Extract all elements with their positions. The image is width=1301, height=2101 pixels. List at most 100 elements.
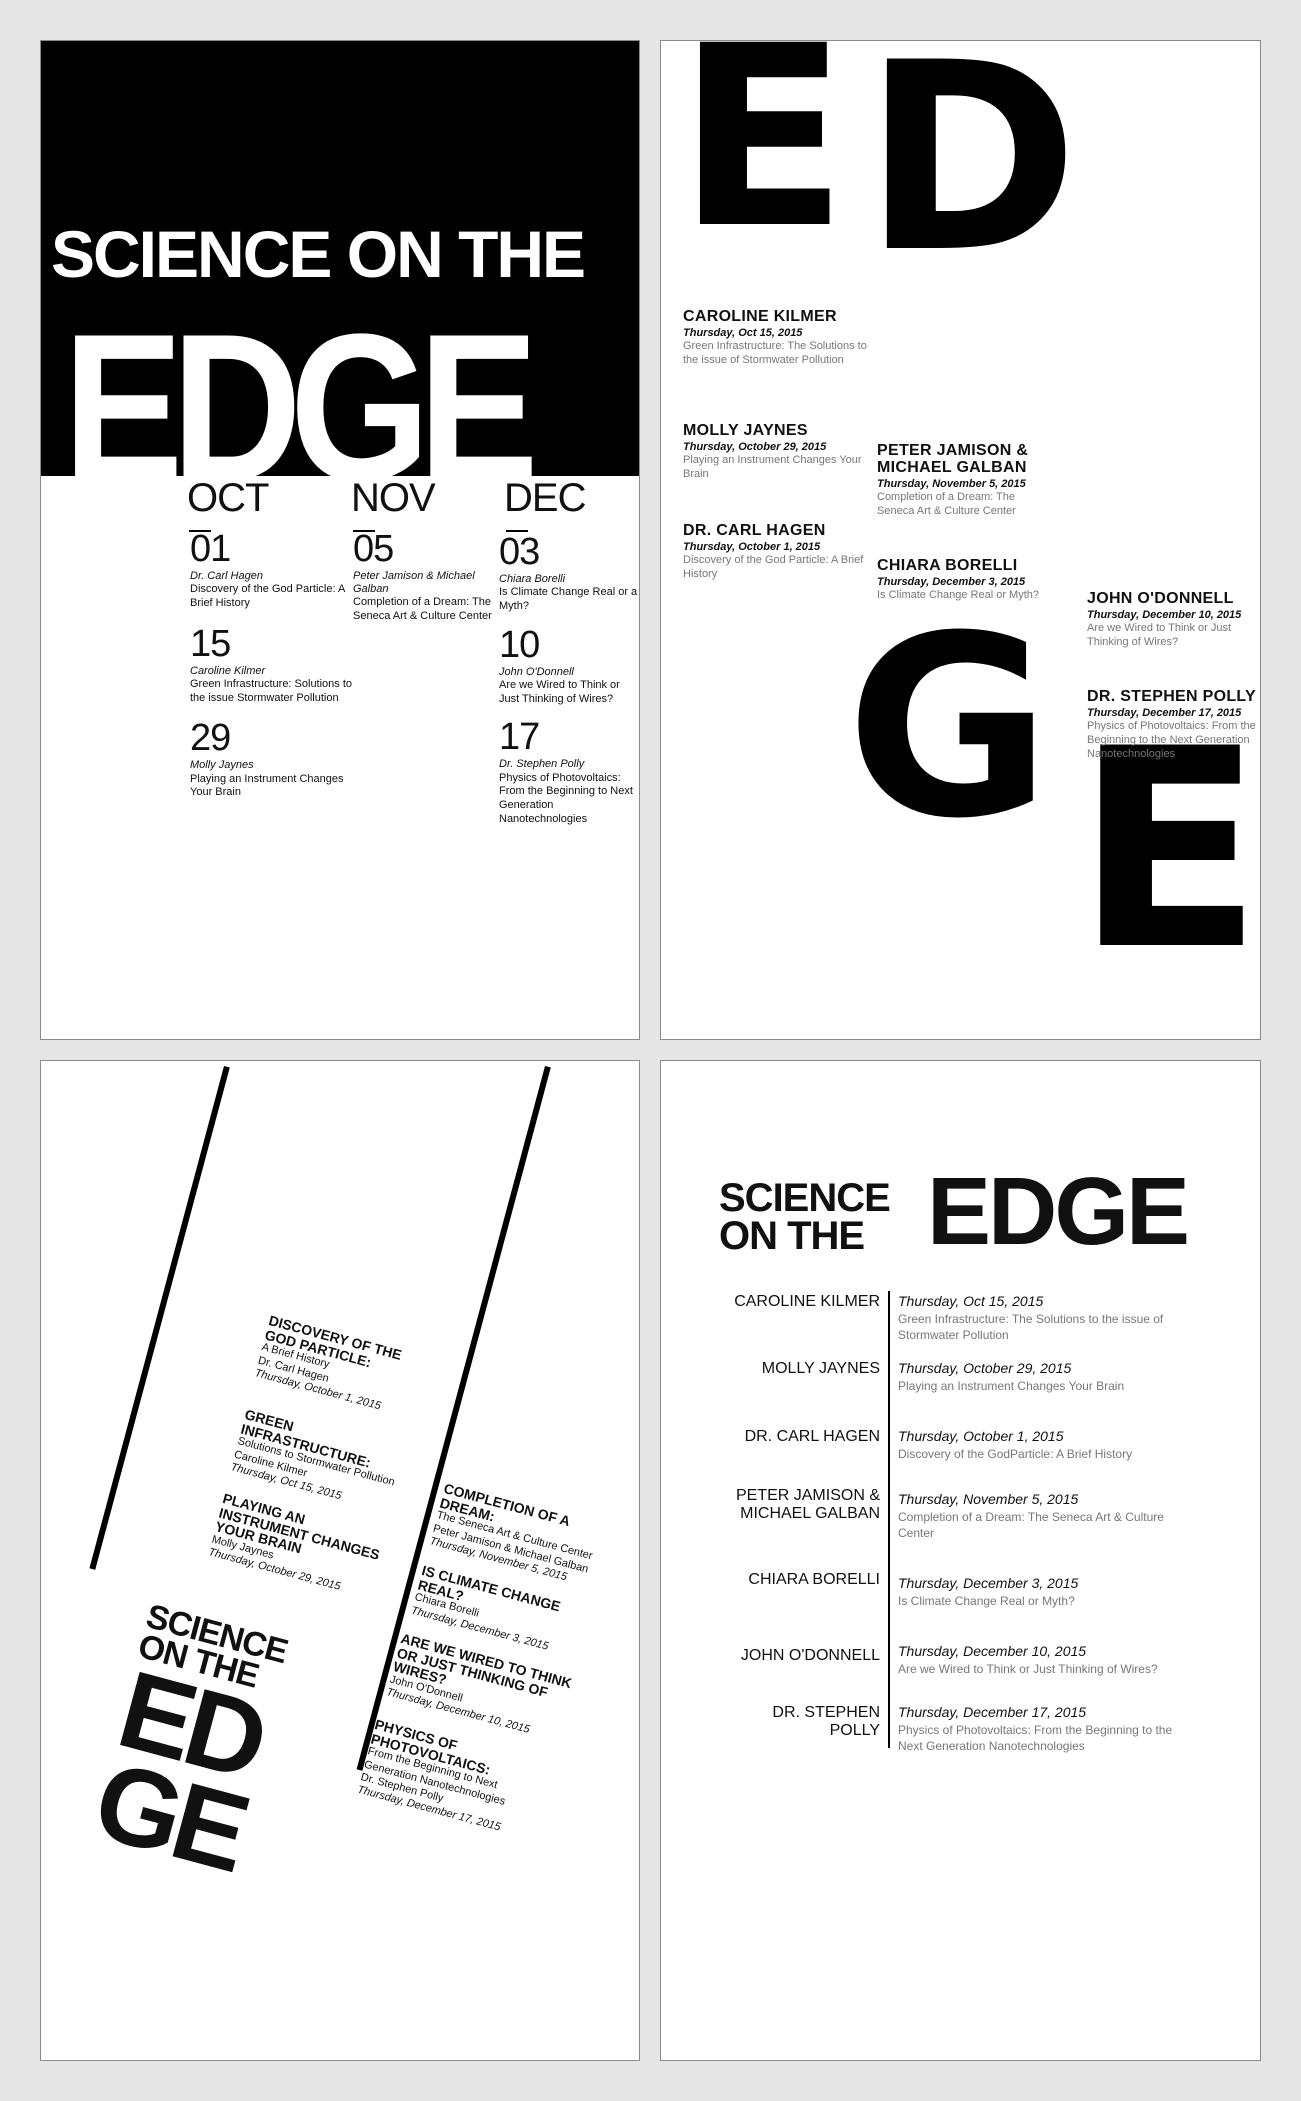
event-speaker: DR. CARL HAGEN (683, 522, 826, 539)
event-description: Playing an Instrument Changes Your Brain (190, 772, 344, 799)
month-nov: NOV (351, 476, 436, 532)
event-speaker: Dr. Carl Hagen (190, 570, 263, 582)
event-description: Discovery of the God Particle: A Brief H… (683, 553, 864, 581)
row-date: Thursday, November 5, 2015 (898, 1491, 1079, 1507)
event-jamison-galban: PETER JAMISON & MICHAEL GALBAN Thursday,… (877, 442, 1042, 518)
event-date: Thursday, December 3, 2015 (877, 575, 1026, 588)
event-speaker: Molly Jaynes (190, 759, 254, 772)
event-description: Is Climate Change Real or a Myth? (499, 586, 638, 612)
title-science: SCIENCE (719, 1176, 891, 1220)
event-description: Physics of Photovoltaics: From the Begin… (1087, 719, 1256, 761)
event-day: 01 (190, 528, 231, 570)
month-dec: DEC (504, 476, 586, 532)
event-description: Playing an Instrument Changes Your Brain (683, 453, 862, 481)
row-description: Discovery of the GodParticle: A Brief Hi… (898, 1447, 1133, 1461)
letter-e-top: E (677, 40, 848, 283)
diagonal-rule-left (89, 1066, 230, 1570)
event-oct-15: 15 Caroline Kilmer Green Infrastructure:… (190, 625, 355, 706)
event-description: Is Climate Change Real or Myth? (877, 588, 1040, 601)
event-description: Green Infrastructure: The Solutions to t… (683, 339, 867, 367)
row-date: Thursday, December 17, 2015 (898, 1704, 1087, 1720)
nov-column: 05 Peter Jamison & Michael Galban Comple… (353, 530, 503, 624)
event-day: 10 (499, 623, 540, 666)
event-god-particle: DISCOVERY OF THE GOD PARTICLE: A Brief H… (253, 1312, 435, 1424)
event-caroline-kilmer: CAROLINE KILMER Thursday, Oct 15, 2015 G… (683, 308, 868, 367)
event-carl-hagen: DR. CARL HAGEN Thursday, October 1, 2015… (683, 522, 868, 581)
poster-edge-wordmark: EDGE (927, 1158, 1190, 1265)
event-speaker: John O'Donnell (499, 665, 574, 678)
event-date: Thursday, October 1, 2015 (683, 540, 821, 553)
poster-diagonal: DISCOVERY OF THE GOD PARTICLE: A Brief H… (40, 1060, 640, 2061)
row-speaker: CAROLINE KILMER (734, 1293, 880, 1310)
poster-title: SCIENCE ON THE ED GE (82, 1597, 293, 1896)
row-date: Thursday, October 29, 2015 (898, 1360, 1072, 1376)
poster-edge-wordmark: EDGE (63, 290, 539, 525)
poster-calendar: SCIENCE ON THE EDGE OCT NOV DEC 01 Dr. C… (40, 40, 640, 1040)
event-speaker: MOLLY JAYNES (683, 422, 808, 439)
event-speaker: Chiara Borelli (499, 573, 566, 585)
event-description: Discovery of the God Particle: A Brief H… (190, 583, 345, 609)
poster-letters: E D G E CAROLINE KILMER Thursday, Oct 15… (660, 40, 1261, 1040)
title-on-the: ON THE (719, 1214, 865, 1258)
letter-d: D (863, 40, 1079, 310)
row-speaker: DR. STEPHEN POLLY (772, 1704, 880, 1740)
row-speaker: DR. CARL HAGEN (744, 1428, 880, 1445)
poster-title-small: SCIENCE ON THE (719, 1176, 891, 1258)
row-date: Thursday, December 10, 2015 (898, 1643, 1087, 1659)
oct-column: 01 Dr. Carl Hagen Discovery of the God P… (190, 530, 355, 800)
dec-column: 03 Chiara Borelli Is Climate Change Real… (499, 533, 639, 827)
row-description: Physics of Photovoltaics: From the Begin… (898, 1723, 1173, 1754)
event-date: Thursday, November 5, 2015 (877, 477, 1026, 490)
event-oct-29: 29 Molly Jaynes Playing an Instrument Ch… (190, 719, 355, 800)
event-speaker: Peter Jamison & Michael Galban (353, 570, 475, 596)
row-date: Thursday, December 3, 2015 (898, 1575, 1079, 1591)
row-description: Green Infrastructure: The Solutions to t… (898, 1312, 1164, 1343)
event-date: Thursday, Oct 15, 2015 (683, 326, 803, 339)
event-dec-03: 03 Chiara Borelli Is Climate Change Real… (499, 533, 639, 614)
event-speaker: PETER JAMISON & MICHAEL GALBAN (877, 442, 1029, 476)
event-nov-05: 05 Peter Jamison & Michael Galban Comple… (353, 530, 503, 624)
event-stephen-polly: DR. STEPHEN POLLY Thursday, December 17,… (1087, 688, 1257, 762)
event-day: 29 (190, 717, 231, 760)
event-date: Thursday, October 29, 2015 (683, 440, 827, 453)
event-date: Thursday, December 17, 2015 (1087, 706, 1242, 719)
row-date: Thursday, October 1, 2015 (898, 1428, 1064, 1444)
vertical-divider (888, 1291, 890, 1748)
row-speaker: JOHN O'DONNELL (740, 1647, 880, 1664)
event-john-odonnell: JOHN O'DONNELL Thursday, December 10, 20… (1087, 590, 1257, 649)
event-speaker: JOHN O'DONNELL (1087, 590, 1234, 607)
row-date: Thursday, Oct 15, 2015 (898, 1293, 1044, 1309)
event-day: 05 (353, 528, 394, 570)
poster-title: SCIENCE ON THE (51, 217, 586, 291)
row-description: Playing an Instrument Changes Your Brain (898, 1379, 1125, 1393)
event-speaker: DR. STEPHEN POLLY (1087, 688, 1256, 705)
row-speaker: PETER JAMISON & MICHAEL GALBAN (735, 1487, 880, 1523)
event-day: 17 (499, 716, 540, 759)
event-molly-jaynes: MOLLY JAYNES Thursday, October 29, 2015 … (683, 422, 868, 481)
event-description: Are we Wired to Think or Just Thinking o… (499, 678, 620, 705)
event-oct-01: 01 Dr. Carl Hagen Discovery of the God P… (190, 530, 355, 611)
month-oct: OCT (187, 476, 269, 532)
letter-g: G (846, 582, 1052, 873)
event-day: 15 (190, 622, 231, 665)
poster-list: SCIENCE ON THE EDGE CAROLINE KILMER Thur… (660, 1060, 1261, 2061)
event-speaker: Dr. Stephen Polly (499, 758, 585, 771)
event-description: Completion of a Dream: The Seneca Art & … (877, 490, 1016, 517)
event-description: Completion of a Dream: The Seneca Art & … (353, 596, 492, 623)
event-description: Are we Wired to Think or Just Thinking o… (1087, 621, 1232, 649)
row-description: Is Climate Change Real or Myth? (898, 1594, 1075, 1608)
event-dec-10: 10 John O'Donnell Are we Wired to Think … (499, 626, 639, 707)
event-chiara-borelli: CHIARA BORELLI Thursday, December 3, 201… (877, 557, 1062, 602)
row-speaker: MOLLY JAYNES (761, 1360, 880, 1377)
event-description: Physics of Photovoltaics: From the Begin… (499, 771, 633, 825)
title-ge: GE (82, 1738, 257, 1896)
row-description: Completion of a Dream: The Seneca Art & … (898, 1510, 1164, 1541)
event-speaker: CAROLINE KILMER (683, 308, 837, 325)
row-speaker: CHIARA BORELLI (748, 1571, 880, 1588)
event-speaker: Caroline Kilmer (190, 664, 266, 677)
event-dec-17: 17 Dr. Stephen Polly Physics of Photovol… (499, 718, 639, 826)
event-description: Green Infrastructure: Solutions to the i… (190, 677, 353, 704)
row-description: Are we Wired to Think or Just Thinking o… (898, 1662, 1158, 1676)
event-date: Thursday, December 10, 2015 (1087, 608, 1242, 621)
event-speaker: CHIARA BORELLI (877, 557, 1018, 574)
